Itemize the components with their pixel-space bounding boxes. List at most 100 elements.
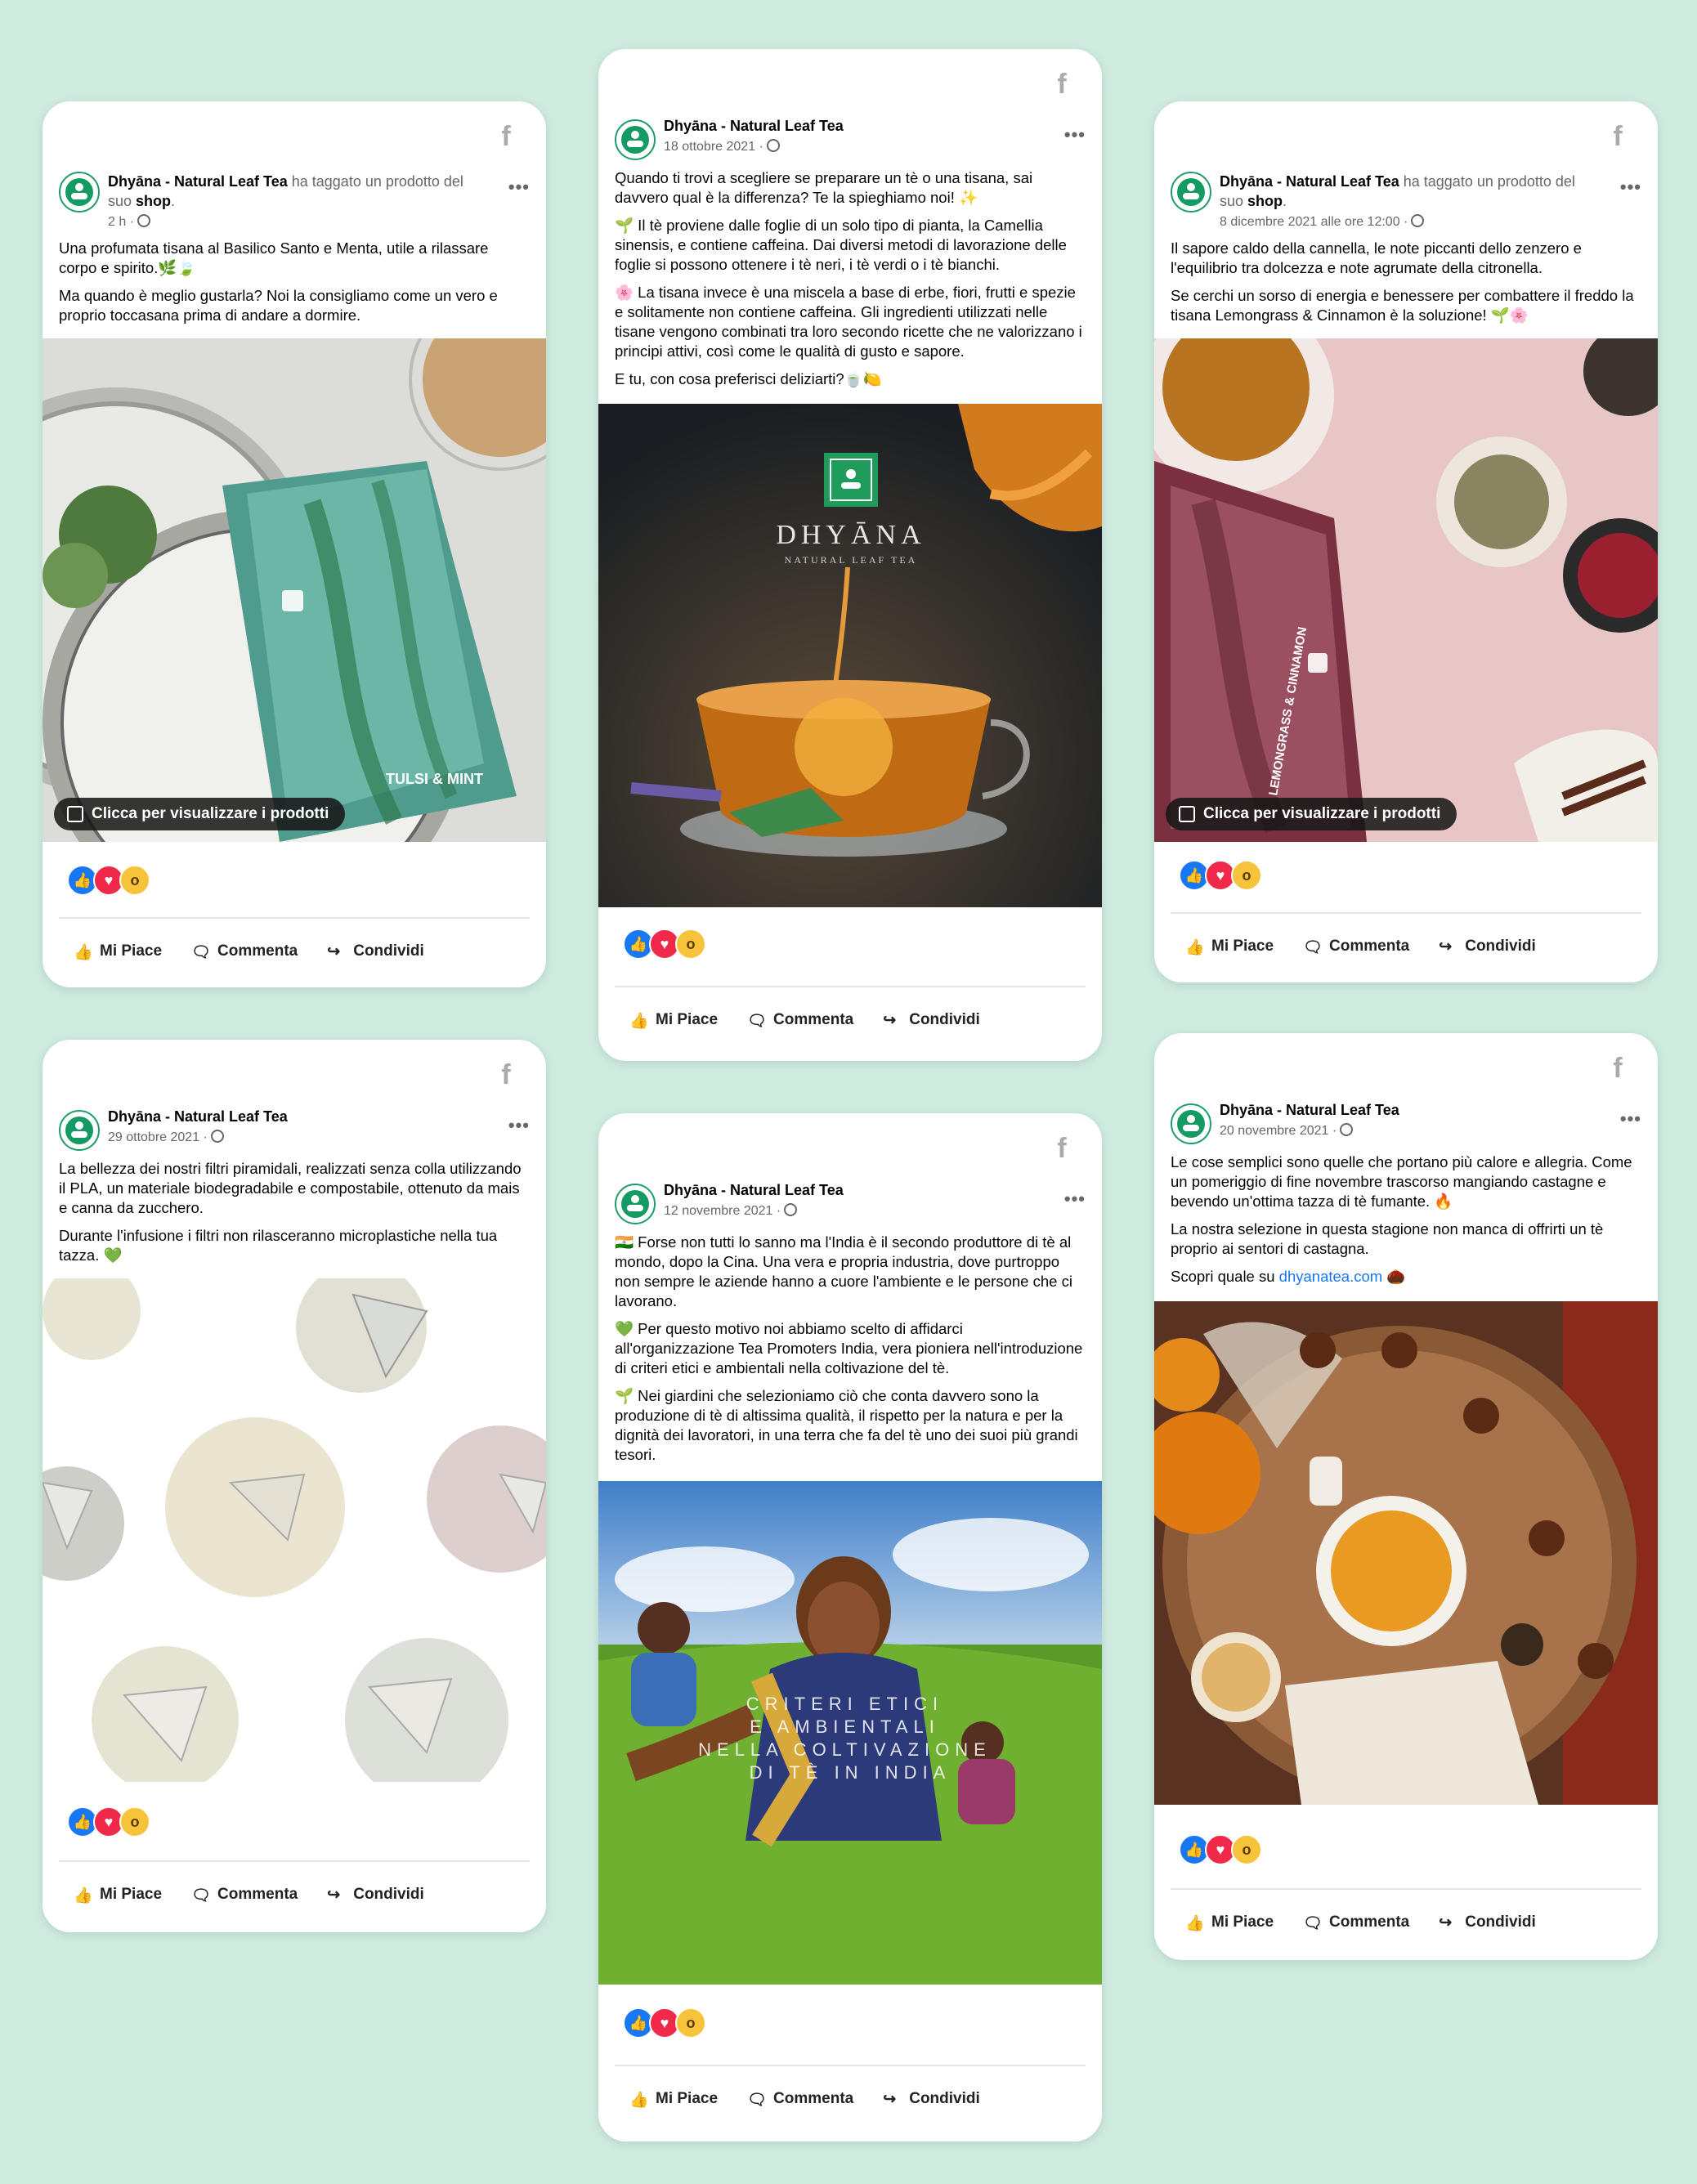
post-date[interactable]: 12 novembre 2021 [664, 1204, 772, 1218]
shop-link[interactable]: shop [136, 193, 171, 209]
tulsi-mint-photo: TULSI & MINT [43, 338, 546, 842]
brand-sub-text: NATURAL LEAF TEA [785, 554, 918, 566]
avatar[interactable] [1171, 172, 1211, 213]
tea-pour-photo: DHYĀNA NATURAL LEAF TEA [598, 404, 1102, 907]
reactions[interactable]: 👍 ♥ o [623, 2007, 706, 2039]
post-image[interactable] [1154, 1301, 1658, 1805]
link-suffix: 🌰 [1386, 1268, 1406, 1285]
wow-reaction-icon: o [119, 1806, 150, 1837]
post-paragraph: Scopri quale su dhyanatea.com 🌰 [1171, 1267, 1641, 1287]
avatar[interactable] [59, 1110, 100, 1151]
comment-button[interactable]: 🗨 Commenta [1288, 930, 1424, 963]
share-label: Condividi [353, 1886, 424, 1903]
page-name[interactable]: Dhyāna - Natural Leaf Tea [1220, 173, 1399, 190]
post-date[interactable]: 8 dicembre 2021 alle ore 12:00 [1220, 215, 1400, 229]
reactions[interactable]: 👍 ♥ o [67, 1806, 150, 1837]
more-options-icon[interactable]: ••• [1064, 1188, 1086, 1210]
more-options-icon[interactable]: ••• [508, 177, 530, 198]
more-options-icon[interactable]: ••• [1620, 177, 1641, 198]
globe-icon [766, 139, 780, 152]
share-label: Condividi [353, 942, 424, 960]
post-paragraph: 🌱 Nei giardini che selezioniamo ciò che … [615, 1387, 1078, 1463]
reactions[interactable]: 👍 ♥ o [1179, 1834, 1262, 1865]
post-card-2: f Dhyāna - Natural Leaf Tea 18 ottobre 2… [598, 49, 1102, 1061]
comment-button[interactable]: 🗨 Commenta [177, 1878, 312, 1911]
leaf-logo-icon [1177, 1110, 1205, 1138]
view-products-button[interactable]: Clicca per visualizzare i prodotti [1166, 798, 1457, 830]
view-products-button[interactable]: Clicca per visualizzare i prodotti [54, 798, 346, 830]
like-button[interactable]: 👍 Mi Piace [615, 1004, 732, 1036]
wow-reaction-icon: o [675, 929, 706, 960]
thumbs-up-icon: 👍 [74, 1887, 93, 1904]
post-text: Il sapore caldo della cannella, le note … [1171, 239, 1641, 333]
avatar[interactable] [615, 119, 656, 160]
share-button[interactable]: ↪ Condividi [868, 2083, 995, 2115]
post-paragraph: 💚 Per questo motivo noi abbiamo scelto d… [615, 1320, 1083, 1376]
post-date[interactable]: 20 novembre 2021 [1220, 1124, 1328, 1138]
like-button[interactable]: 👍 Mi Piace [615, 2083, 732, 2115]
share-label: Condividi [909, 2090, 980, 2107]
page-name[interactable]: Dhyāna - Natural Leaf Tea [108, 173, 288, 190]
comment-button[interactable]: 🗨 Commenta [732, 2083, 868, 2115]
comment-label: Commenta [773, 2090, 854, 2107]
reactions[interactable]: 👍 ♥ o [67, 865, 150, 896]
comment-button[interactable]: 🗨 Commenta [177, 935, 312, 968]
divider [615, 2065, 1086, 2066]
comment-button[interactable]: 🗨 Commenta [732, 1004, 868, 1036]
comment-bubble-icon: 🗨 [191, 944, 212, 961]
thumbs-up-icon: 👍 [1185, 1915, 1205, 1932]
shop-link[interactable]: shop [1247, 193, 1283, 209]
reactions[interactable]: 👍 ♥ o [623, 929, 706, 960]
share-arrow-icon: ↪ [883, 2091, 897, 2108]
comment-label: Commenta [217, 942, 298, 960]
comment-button[interactable]: 🗨 Commenta [1288, 1906, 1424, 1939]
more-options-icon[interactable]: ••• [508, 1115, 530, 1136]
page-name[interactable]: Dhyāna - Natural Leaf Tea [1220, 1102, 1399, 1118]
post-paragraph: La bellezza dei nostri filtri piramidali… [59, 1160, 522, 1216]
package-label: TULSI & MINT [386, 771, 483, 787]
like-button[interactable]: 👍 Mi Piace [1171, 1906, 1288, 1939]
post-paragraph: Durante l'infusione i filtri non rilasce… [59, 1227, 498, 1264]
page-name[interactable]: Dhyāna - Natural Leaf Tea [664, 118, 844, 134]
post-paragraph: 🌱 Il tè proviene dalle foglie di un solo… [615, 217, 1067, 273]
globe-icon [784, 1203, 798, 1216]
reactions[interactable]: 👍 ♥ o [1179, 860, 1262, 891]
share-button[interactable]: ↪ Condividi [868, 1004, 995, 1036]
more-options-icon[interactable]: ••• [1064, 124, 1086, 145]
post-card-5: f Dhyāna - Natural Leaf Tea 12 novembre … [598, 1113, 1102, 2141]
comment-label: Commenta [773, 1011, 854, 1028]
divider [615, 986, 1086, 987]
like-label: Mi Piace [656, 2090, 719, 2107]
page-name[interactable]: Dhyāna - Natural Leaf Tea [108, 1108, 288, 1125]
post-image[interactable]: DHYĀNA NATURAL LEAF TEA [598, 404, 1102, 907]
view-products-label: Clicca per visualizzare i prodotti [92, 805, 329, 822]
thumbs-up-icon: 👍 [629, 1013, 649, 1030]
comment-bubble-icon: 🗨 [1303, 1915, 1323, 1932]
page-name[interactable]: Dhyāna - Natural Leaf Tea [664, 1182, 844, 1198]
action-bar: 👍 Mi Piace 🗨 Commenta ↪ Condividi [1171, 1906, 1641, 1939]
post-image[interactable]: TULSI & MINT Clicca per visualizzare i p… [43, 338, 546, 842]
share-button[interactable]: ↪ Condividi [1424, 930, 1551, 963]
avatar[interactable] [1171, 1103, 1211, 1144]
like-button[interactable]: 👍 Mi Piace [59, 935, 177, 968]
more-options-icon[interactable]: ••• [1620, 1108, 1641, 1130]
share-label: Condividi [909, 1011, 980, 1028]
share-button[interactable]: ↪ Condividi [312, 1878, 439, 1911]
globe-icon [210, 1130, 224, 1143]
website-link[interactable]: dhyanatea.com [1279, 1268, 1383, 1285]
post-image[interactable]: CRITERI ETICI E AMBIENTALI NELLA COLTIVA… [598, 1481, 1102, 1985]
post-image[interactable] [43, 1278, 546, 1782]
avatar[interactable] [59, 172, 100, 213]
post-date[interactable]: 18 ottobre 2021 [664, 140, 755, 154]
share-button[interactable]: ↪ Condividi [1424, 1906, 1551, 1939]
like-button[interactable]: 👍 Mi Piace [1171, 930, 1288, 963]
post-date[interactable]: 2 h [108, 215, 126, 229]
share-button[interactable]: ↪ Condividi [312, 935, 439, 968]
like-button[interactable]: 👍 Mi Piace [59, 1878, 177, 1911]
wow-reaction-icon: o [675, 2007, 706, 2039]
post-date[interactable]: 29 ottobre 2021 [108, 1130, 199, 1144]
post-image[interactable]: LEMONGRASS & CINNAMON Clicca per visuali… [1154, 338, 1658, 842]
action-bar: 👍 Mi Piace 🗨 Commenta ↪ Condividi [59, 935, 530, 968]
avatar[interactable] [615, 1184, 656, 1224]
view-products-label: Clicca per visualizzare i prodotti [1203, 805, 1441, 822]
